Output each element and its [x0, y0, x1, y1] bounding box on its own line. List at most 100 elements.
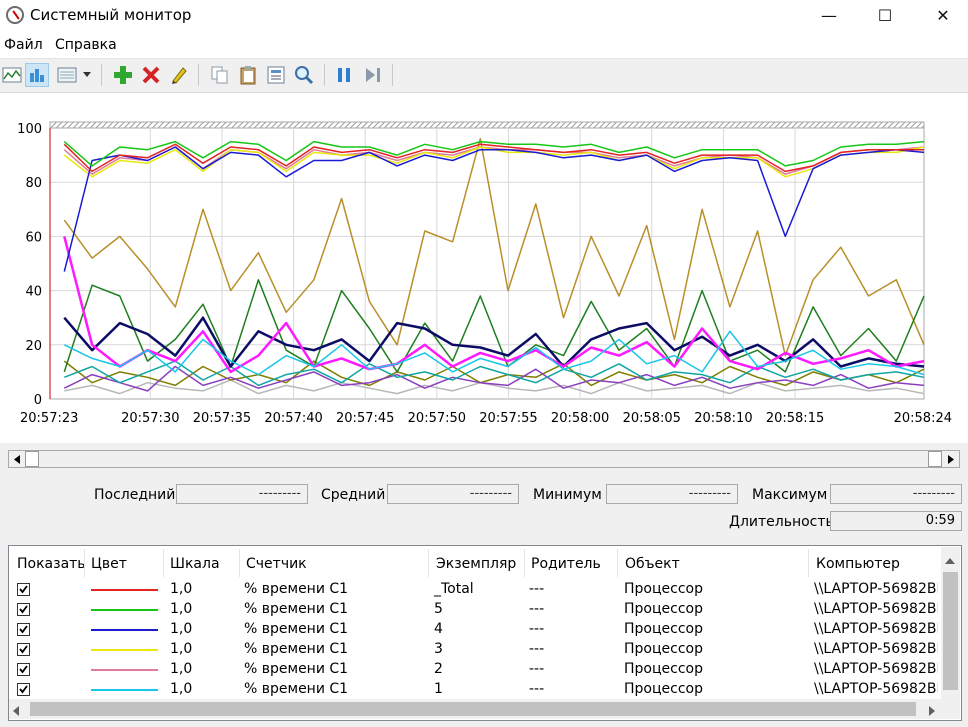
cell-object: Процессор [624, 681, 703, 697]
cell-computer: \\LAPTOP-56982BM [814, 681, 938, 697]
series-color-swatch [91, 629, 158, 631]
zoom-icon[interactable] [292, 63, 316, 87]
scroll-up-icon[interactable] [945, 553, 955, 568]
header-counter[interactable]: Счетчик [246, 556, 307, 572]
cell-computer: \\LAPTOP-56982BM [814, 581, 938, 597]
minimize-button[interactable]: — [806, 0, 852, 31]
scroll-right-icon[interactable] [929, 705, 935, 720]
menu-help[interactable]: Справка [55, 37, 117, 53]
y-tick-label: 20 [25, 339, 42, 354]
view-histogram-icon[interactable] [25, 63, 49, 87]
cell-computer: \\LAPTOP-56982BM [814, 641, 938, 657]
header-scale[interactable]: Шкала [170, 556, 220, 572]
x-tick-label: 20:58:24 [894, 411, 952, 426]
header-object[interactable]: Объект [625, 556, 680, 572]
window-title: Системный монитор [30, 6, 192, 24]
y-tick-label: 0 [34, 393, 42, 408]
cell-instance: 5 [434, 601, 443, 617]
series-color-swatch [91, 589, 158, 591]
show-checkbox[interactable] [17, 623, 30, 636]
cell-instance: 2 [434, 661, 443, 677]
freeze-display-icon[interactable] [332, 63, 356, 87]
table-vscroll-thumb[interactable] [943, 572, 958, 690]
cell-scale: 1,0 [170, 681, 193, 697]
header-show[interactable]: Показать [17, 556, 86, 572]
minimum-label: Минимум [533, 487, 602, 503]
dropdown-arrow-icon[interactable] [80, 63, 94, 87]
x-tick-label: 20:57:35 [193, 411, 251, 426]
view-graph-icon[interactable] [0, 63, 24, 87]
duration-value: 0:59 [830, 511, 962, 531]
scroll-thumb-end[interactable] [928, 451, 942, 467]
cell-scale: 1,0 [170, 581, 193, 597]
cell-parent: --- [529, 601, 545, 617]
cell-computer: \\LAPTOP-56982BM [814, 621, 938, 637]
chart-scrollbar[interactable] [8, 450, 960, 468]
menu-bar [0, 31, 968, 59]
cell-parent: --- [529, 641, 545, 657]
cell-parent: --- [529, 661, 545, 677]
cell-object: Процессор [624, 601, 703, 617]
show-checkbox[interactable] [17, 643, 30, 656]
x-tick-label: 20:57:50 [408, 411, 466, 426]
toolbar-separator [392, 64, 393, 86]
x-tick-label: 20:58:00 [551, 411, 609, 426]
close-button[interactable]: ✕ [920, 0, 966, 31]
header-separator [524, 549, 525, 577]
add-counter-icon[interactable] [111, 63, 135, 87]
menu-file[interactable]: Файл [4, 37, 43, 53]
toolbar-separator [198, 64, 199, 86]
x-tick-label: 20:57:40 [264, 411, 322, 426]
header-separator [239, 549, 240, 577]
header-separator [428, 549, 429, 577]
x-tick-label: 20:57:23 [20, 411, 78, 426]
header-computer[interactable]: Компьютер [816, 556, 900, 572]
duration-label: Длительность [729, 514, 834, 530]
cell-counter: % времени C1 [244, 681, 349, 697]
scroll-left-icon[interactable] [13, 705, 19, 720]
update-data-icon[interactable] [361, 63, 385, 87]
header-separator [84, 549, 85, 577]
cell-scale: 1,0 [170, 601, 193, 617]
y-tick-label: 100 [17, 122, 42, 137]
properties-icon[interactable] [264, 63, 288, 87]
header-separator [617, 549, 618, 577]
cell-parent: --- [529, 621, 545, 637]
paste-counter-list-icon[interactable] [236, 63, 260, 87]
header-parent[interactable]: Родитель [531, 556, 601, 572]
cell-instance: 4 [434, 621, 443, 637]
cell-object: Процессор [624, 641, 703, 657]
maximize-button[interactable]: ☐ [862, 0, 908, 31]
show-checkbox[interactable] [17, 683, 30, 696]
header-color[interactable]: Цвет [91, 556, 127, 572]
cell-computer: \\LAPTOP-56982BM [814, 661, 938, 677]
cell-parent: --- [529, 681, 545, 697]
series-color-swatch [91, 689, 158, 691]
cell-counter: % времени C1 [244, 601, 349, 617]
scroll-right-icon[interactable] [944, 452, 958, 466]
header-separator [808, 549, 809, 577]
cell-instance: _Total [434, 581, 474, 597]
cell-instance: 3 [434, 641, 443, 657]
highlight-icon[interactable] [167, 63, 191, 87]
series-color-swatch [91, 669, 158, 671]
toolbar-separator [324, 64, 325, 86]
table-hscroll-thumb[interactable] [30, 702, 916, 716]
y-tick-label: 60 [25, 230, 42, 245]
x-tick-label: 20:57:30 [121, 411, 179, 426]
performance-chart: 100 80 60 40 20 0 20:57:23 20:57:30 20:57:35 20:5… [17, 121, 952, 426]
scroll-left-icon[interactable] [10, 452, 24, 466]
scroll-thumb[interactable] [25, 451, 39, 467]
copy-properties-icon[interactable] [208, 63, 232, 87]
show-checkbox[interactable] [17, 583, 30, 596]
show-checkbox[interactable] [17, 603, 30, 616]
show-checkbox[interactable] [17, 663, 30, 676]
y-tick-label: 80 [25, 176, 42, 191]
view-report-icon[interactable] [55, 63, 79, 87]
toolbar-separator [101, 64, 102, 86]
cell-counter: % времени C1 [244, 581, 349, 597]
delete-counter-icon[interactable] [139, 63, 163, 87]
cell-counter: % времени C1 [244, 641, 349, 657]
header-instance[interactable]: Экземпляр [436, 556, 516, 572]
cell-object: Процессор [624, 621, 703, 637]
